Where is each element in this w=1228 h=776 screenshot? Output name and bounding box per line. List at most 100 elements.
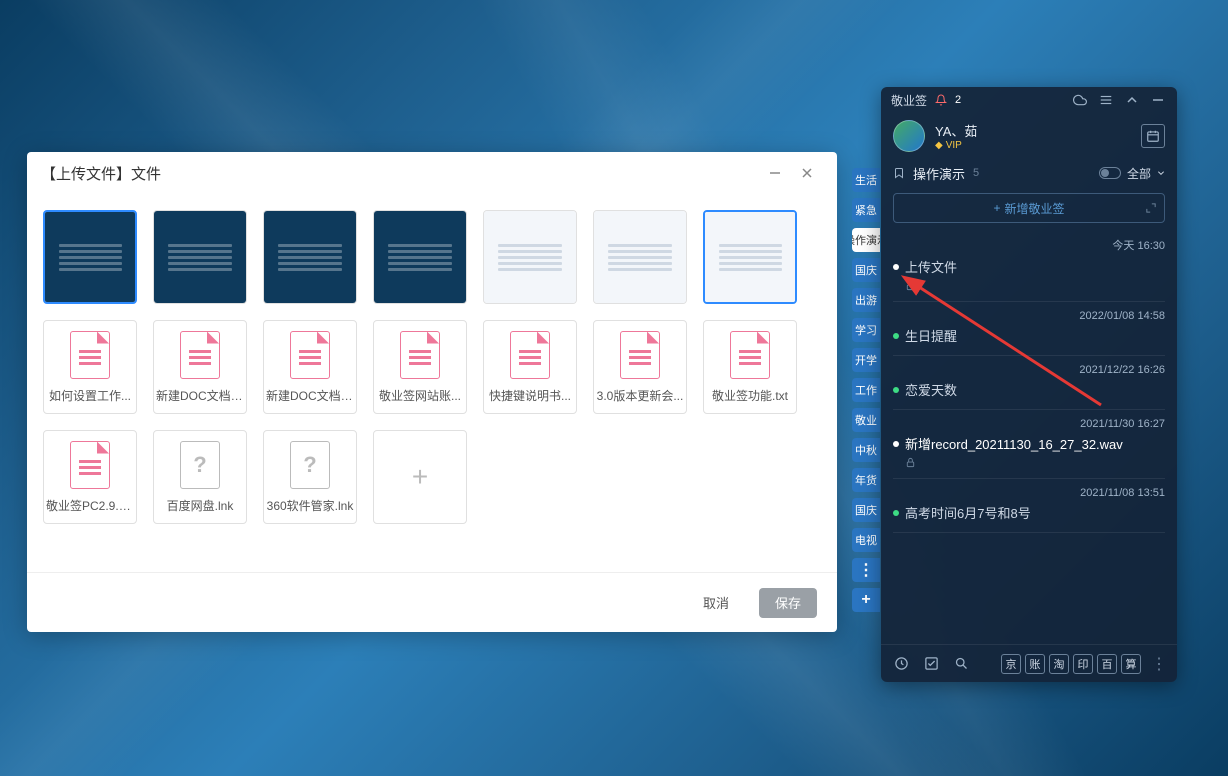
plus-icon: + [412,461,428,493]
panel-app-name: 敬业签 [891,92,927,109]
notification-count: 2 [955,94,961,106]
file-thumbnail[interactable] [43,210,137,304]
bell-icon[interactable] [935,94,947,106]
expand-icon[interactable] [1146,203,1156,213]
close-button[interactable] [791,157,823,189]
footer-shortcut[interactable]: 账 [1025,654,1045,674]
file-label: 360软件管家.lnk [266,497,354,514]
category-tag[interactable]: 敬业 [852,408,880,432]
lock-icon [905,280,1165,291]
note-timestamp: 2021/12/22 16:26 [893,364,1165,376]
calendar-icon[interactable] [1141,124,1165,148]
file-label: 敬业签PC2.9.0... [46,497,134,514]
note-item[interactable]: 今天 16:30上传文件 [893,229,1165,302]
filter-dropdown[interactable]: 全部 [1099,165,1165,182]
file-doc[interactable]: 新建DOC文档(... [153,320,247,414]
category-tag[interactable]: 年货 [852,468,880,492]
file-doc[interactable]: 新建DOC文档(... [263,320,357,414]
file-doc[interactable]: 快捷键说明书... [483,320,577,414]
panel-minimize-icon[interactable] [1149,91,1167,109]
file-thumbnail[interactable] [263,210,357,304]
file-doc[interactable]: 敬业签网站账... [373,320,467,414]
status-dot [893,441,899,447]
note-timestamp: 2021/11/08 13:51 [893,487,1165,499]
document-icon [730,331,770,379]
footer-shortcut[interactable]: 算 [1121,654,1141,674]
cancel-button[interactable]: 取消 [687,588,745,618]
file-thumbnail[interactable] [373,210,467,304]
note-timestamp: 2022/01/08 14:58 [893,310,1165,322]
avatar[interactable] [893,120,925,152]
note-item[interactable]: 2021/11/30 16:27新增record_20211130_16_27_… [893,410,1165,479]
category-tag[interactable]: 电视 [852,528,880,552]
notes-panel: 敬业签 2 YA、茹 VIP 操作演示 5 [881,87,1177,682]
collapse-icon[interactable] [1123,91,1141,109]
minimize-button[interactable] [759,157,791,189]
footer-shortcut[interactable]: 百 [1097,654,1117,674]
file-grid-area: 如何设置工作... 新建DOC文档(... 新建DOC文档(... 敬业签网站账...… [27,194,837,572]
note-item[interactable]: 2021/12/22 16:26 恋爱天数 [893,356,1165,410]
panel-titlebar: 敬业签 2 [881,87,1177,113]
file-label: 3.0版本更新会... [596,387,684,404]
note-timestamp: 今天 16:30 [893,237,1165,253]
category-tag[interactable]: 国庆 [852,498,880,522]
footer-shortcut[interactable]: 淘 [1049,654,1069,674]
file-thumbnail[interactable] [483,210,577,304]
panel-footer: 京账淘印百算 ⋮ [881,644,1177,682]
add-note-button[interactable]: +新增敬业签 [893,193,1165,223]
document-icon [400,331,440,379]
category-tag[interactable]: 出游 [852,288,880,312]
search-icon[interactable] [951,654,971,674]
footer-shortcut[interactable]: 印 [1073,654,1093,674]
document-icon [70,331,110,379]
category-tag[interactable]: 紧急 [852,198,880,222]
file-doc[interactable]: 3.0版本更新会... [593,320,687,414]
toggle-icon[interactable] [1099,167,1121,179]
category-tag-active[interactable]: 操作演示 [852,228,880,252]
save-button[interactable]: 保存 [759,588,817,618]
add-file-button[interactable]: + [373,430,467,524]
file-doc[interactable]: 敬业签功能.txt [703,320,797,414]
file-shortcut[interactable]: 百度网盘.lnk [153,430,247,524]
notes-list[interactable]: 今天 16:30上传文件2022/01/08 14:58生日提醒2021/12/… [881,229,1177,644]
category-tag-bar: 生活紧急操作演示国庆出游学习开学工作敬业中秋年货国庆电视⋮+ [852,168,880,612]
file-label: 快捷键说明书... [486,387,574,404]
document-icon [180,331,220,379]
category-name: 操作演示 [913,164,965,183]
file-label: 敬业签网站账... [376,387,464,404]
document-icon [620,331,660,379]
status-dot [893,264,899,270]
category-tag[interactable]: 工作 [852,378,880,402]
note-title: 恋爱天数 [893,380,1165,399]
note-item[interactable]: 2021/11/08 13:51高考时间6月7号和8号 [893,479,1165,533]
note-title: 新增record_20211130_16_27_32.wav [893,434,1165,453]
footer-shortcut[interactable]: 京 [1001,654,1021,674]
status-dot [893,333,899,339]
user-name: YA、茹 [935,121,977,140]
category-tag[interactable]: 中秋 [852,438,880,462]
category-tag[interactable]: 生活 [852,168,880,192]
status-dot [893,387,899,393]
category-more-button[interactable]: ⋮ [852,558,880,582]
file-doc[interactable]: 敬业签PC2.9.0... [43,430,137,524]
file-label: 新建DOC文档(... [156,387,244,404]
note-item[interactable]: 2022/01/08 14:58生日提醒 [893,302,1165,356]
file-thumbnail[interactable] [153,210,247,304]
file-thumbnail[interactable] [593,210,687,304]
lock-icon [905,457,1165,468]
category-add-button[interactable]: + [852,588,880,612]
more-icon[interactable]: ⋮ [1151,654,1167,674]
category-tag[interactable]: 开学 [852,348,880,372]
category-tag[interactable]: 国庆 [852,258,880,282]
file-thumbnail[interactable] [703,210,797,304]
file-shortcut[interactable]: 360软件管家.lnk [263,430,357,524]
file-doc[interactable]: 如何设置工作... [43,320,137,414]
clock-icon[interactable] [891,654,911,674]
menu-icon[interactable] [1097,91,1115,109]
cloud-sync-icon[interactable] [1071,91,1089,109]
checkbox-icon[interactable] [921,654,941,674]
category-tag[interactable]: 学习 [852,318,880,342]
bookmark-icon [893,167,905,179]
upload-file-dialog: 【上传文件】文件 如何设置工作...新建DOC文档(...新建DOC文档(...… [27,152,837,632]
user-row: YA、茹 VIP [881,113,1177,159]
